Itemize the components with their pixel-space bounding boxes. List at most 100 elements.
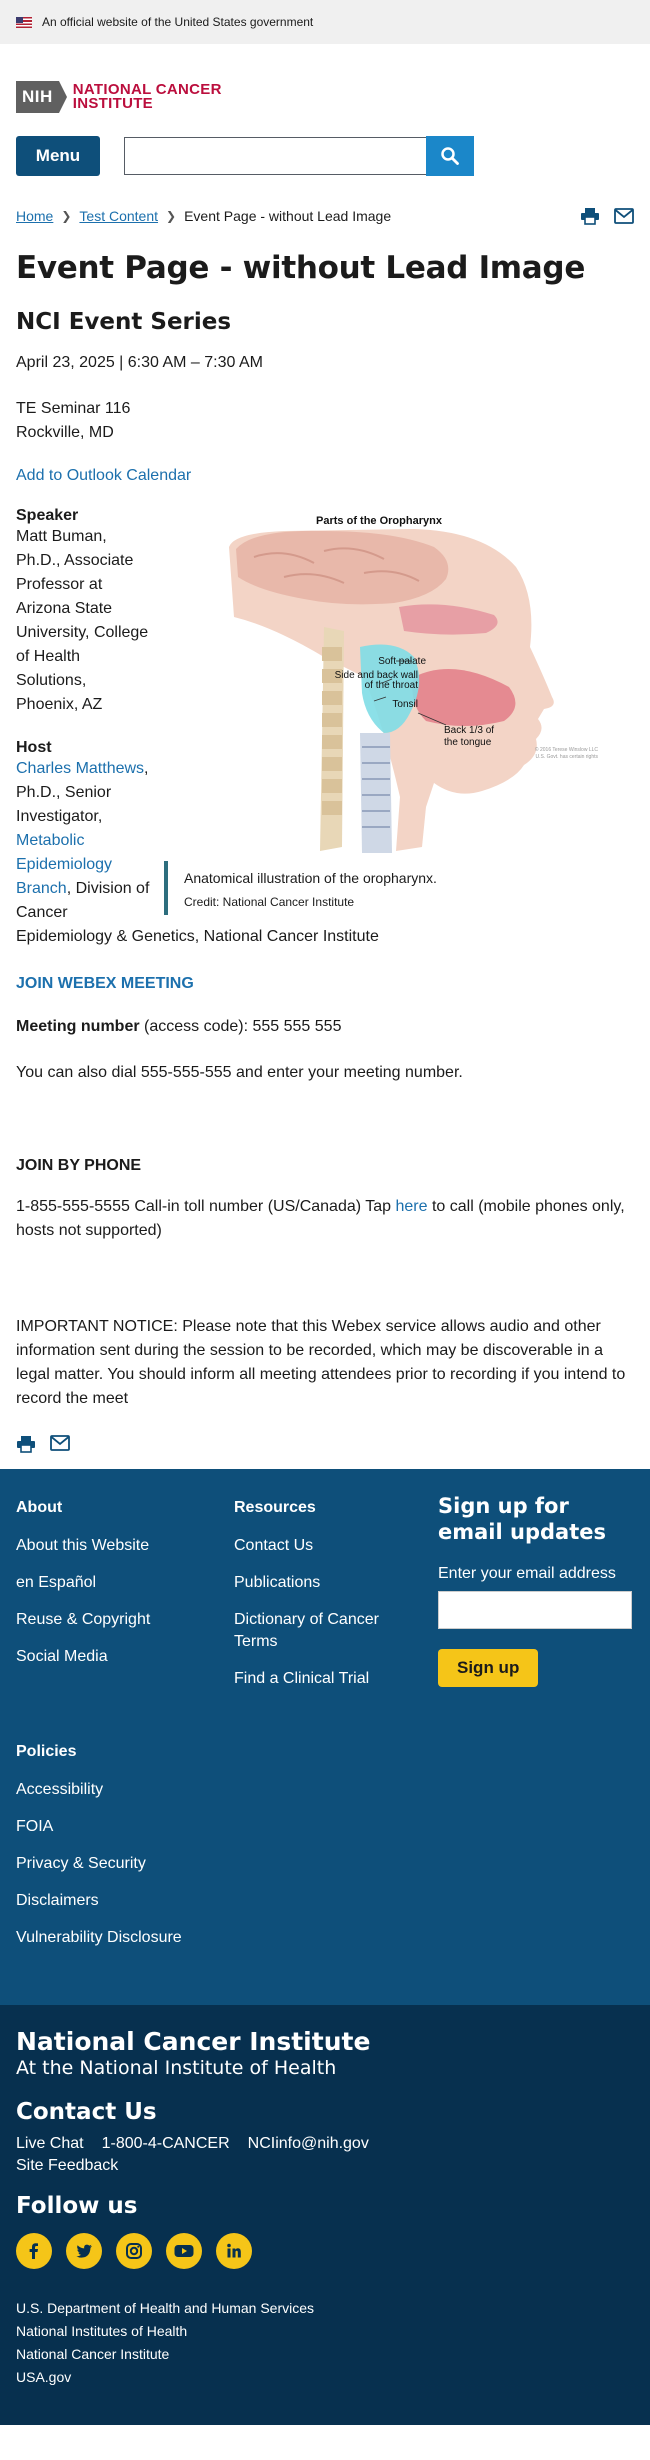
footer-policies: Policies Accessibility FOIA Privacy & Se… bbox=[16, 1743, 206, 1964]
breadcrumb: Home ❯ Test Content ❯ Event Page - witho… bbox=[16, 208, 391, 224]
footer-link-dictionary[interactable]: Dictionary of Cancer Terms bbox=[234, 1609, 414, 1653]
search-input[interactable] bbox=[124, 137, 426, 175]
gov-banner: An official website of the United States… bbox=[0, 0, 650, 44]
meeting-rest: (access code): 555 555 555 bbox=[139, 1018, 342, 1036]
event-series: NCI Event Series bbox=[16, 309, 232, 336]
label-tongue: the tongue bbox=[444, 737, 492, 748]
figure-caption: Anatomical illustration of the oropharyn… bbox=[164, 861, 634, 916]
oropharynx-illustration: Parts of the Oropharynx Soft palate Side… bbox=[164, 507, 634, 856]
footer-policies-heading: Policies bbox=[16, 1743, 77, 1761]
nih-logo-box: NIH bbox=[16, 81, 67, 113]
share-tools-bottom bbox=[16, 1435, 634, 1453]
breadcrumb-bar: Home ❯ Test Content ❯ Event Page - witho… bbox=[16, 206, 634, 226]
join-webex-link[interactable]: JOIN WEBEX MEETING bbox=[16, 975, 634, 993]
footer-link-contact[interactable]: Contact Us bbox=[234, 1535, 414, 1557]
event-venue: TE Seminar 116 Rockville, MD bbox=[16, 397, 634, 445]
search-button[interactable] bbox=[426, 136, 474, 176]
caption-text: Anatomical illustration of the oropharyn… bbox=[184, 870, 437, 887]
figure-copyright: © 2016 Terese Winslow LLC bbox=[535, 746, 598, 753]
breadcrumb-home[interactable]: Home bbox=[16, 208, 53, 224]
site-header: NIH NATIONAL CANCER INSTITUTE Menu bbox=[0, 44, 650, 176]
label-throat: of the throat bbox=[365, 680, 419, 691]
footer-link-accessibility[interactable]: Accessibility bbox=[16, 1779, 206, 1801]
email-icon[interactable] bbox=[50, 1435, 70, 1452]
label-back-tongue: Back 1/3 of bbox=[444, 725, 494, 736]
footer-link-clinical-trial[interactable]: Find a Clinical Trial bbox=[234, 1668, 414, 1690]
linkedin-icon[interactable] bbox=[216, 2233, 252, 2270]
menu-button[interactable]: Menu bbox=[16, 136, 100, 176]
contact-line: Live Chat 1-800-4-CANCER NCIinfo@nih.gov bbox=[16, 2135, 634, 2153]
figure-title: Parts of the Oropharynx bbox=[316, 515, 443, 527]
chevron-right-icon: ❯ bbox=[61, 209, 72, 223]
footer-resources: Resources Contact Us Publications Dictio… bbox=[234, 1499, 414, 1705]
footer-link-espanol[interactable]: en Español bbox=[16, 1572, 206, 1594]
caption-credit: Credit: National Cancer Institute bbox=[184, 895, 355, 910]
share-tools-top bbox=[580, 207, 634, 225]
footer-link-foia[interactable]: FOIA bbox=[16, 1816, 206, 1838]
figure-copyright2: U.S. Govt. has certain rights bbox=[535, 754, 598, 760]
people-section: Parts of the Oropharynx Soft palate Side… bbox=[16, 507, 634, 949]
follow-heading: Follow us bbox=[16, 2193, 138, 2220]
signup-label: Enter your email address bbox=[438, 1565, 616, 1583]
signup-title: Sign up for email updates bbox=[438, 1494, 606, 1545]
footer-about: About About this Website en Español Reus… bbox=[16, 1499, 206, 1683]
site-footer: About About this Website en Español Reus… bbox=[0, 1469, 650, 2006]
chevron-right-icon: ❯ bbox=[166, 209, 177, 223]
footer-link-reuse[interactable]: Reuse & Copyright bbox=[16, 1609, 206, 1631]
site-feedback-link[interactable]: Site Feedback bbox=[16, 2157, 634, 2175]
label-tonsil: Tonsil bbox=[392, 699, 418, 710]
org-name: National Cancer Institute bbox=[16, 2027, 371, 2057]
agency-links: U.S. Department of Health and Human Serv… bbox=[16, 2297, 634, 2389]
us-flag-icon bbox=[16, 16, 32, 28]
meeting-number: Meeting number (access code): 555 555 55… bbox=[16, 1015, 634, 1039]
breadcrumb-test-content[interactable]: Test Content bbox=[79, 208, 158, 224]
instagram-icon[interactable] bbox=[116, 2233, 152, 2270]
event-date: April 23, 2025 | 6:30 AM – 7:30 AM bbox=[16, 354, 263, 372]
search-row: Menu bbox=[16, 136, 634, 176]
twitter-icon[interactable] bbox=[66, 2233, 102, 2270]
gov-banner-text: An official website of the United States… bbox=[42, 15, 314, 29]
contact-heading: Contact Us bbox=[16, 2099, 157, 2126]
logo-text: NATIONAL CANCER INSTITUTE bbox=[69, 82, 222, 112]
meeting-label: Meeting number bbox=[16, 1018, 140, 1036]
footer-link-publications[interactable]: Publications bbox=[234, 1572, 414, 1594]
footer-link-privacy[interactable]: Privacy & Security bbox=[16, 1853, 206, 1875]
print-icon[interactable] bbox=[16, 1435, 36, 1453]
main-content: Event Page - without Lead Image NCI Even… bbox=[0, 250, 650, 1453]
email-input[interactable] bbox=[438, 1591, 632, 1630]
venue-line2: Rockville, MD bbox=[16, 424, 114, 442]
agency-link-usagov[interactable]: USA.gov bbox=[16, 2366, 634, 2389]
label-soft-palate: Soft palate bbox=[378, 656, 426, 667]
join-by-phone-heading: JOIN BY PHONE bbox=[16, 1157, 142, 1175]
facebook-icon[interactable] bbox=[16, 2233, 52, 2270]
agency-link-nih[interactable]: National Institutes of Health bbox=[16, 2320, 634, 2343]
nci-logo[interactable]: NIH NATIONAL CANCER INSTITUTE bbox=[16, 80, 634, 114]
search-icon bbox=[441, 147, 459, 165]
org-subtitle: At the National Institute of Health bbox=[16, 2057, 337, 2080]
footer-link-disclaimers[interactable]: Disclaimers bbox=[16, 1890, 206, 1912]
phone-link[interactable]: 1-800-4-CANCER bbox=[102, 2135, 230, 2153]
phone-here-link[interactable]: here bbox=[395, 1198, 427, 1215]
page-title: Event Page - without Lead Image bbox=[16, 250, 586, 286]
oropharynx-figure: Parts of the Oropharynx Soft palate Side… bbox=[164, 507, 634, 916]
footer-signup: Sign up for email updates Enter your ema… bbox=[438, 1493, 634, 1688]
email-icon[interactable] bbox=[614, 208, 634, 224]
logo-line2: INSTITUTE bbox=[72, 95, 153, 112]
dial-text: You can also dial 555-555-555 and enter … bbox=[16, 1064, 463, 1082]
email-link[interactable]: NCIinfo@nih.gov bbox=[248, 2135, 369, 2153]
footer-link-social-media[interactable]: Social Media bbox=[16, 1646, 206, 1668]
print-icon[interactable] bbox=[580, 207, 600, 225]
important-notice: IMPORTANT NOTICE: Please note that this … bbox=[16, 1318, 626, 1408]
footer-bottom: National Cancer Institute At the Nationa… bbox=[0, 2005, 650, 2426]
footer-link-about-website[interactable]: About this Website bbox=[16, 1535, 206, 1557]
youtube-icon[interactable] bbox=[166, 2233, 202, 2270]
agency-link-nci[interactable]: National Cancer Institute bbox=[16, 2343, 634, 2366]
social-links bbox=[16, 2233, 634, 2270]
footer-link-vulnerability[interactable]: Vulnerability Disclosure bbox=[16, 1927, 206, 1949]
agency-link-hhs[interactable]: U.S. Department of Health and Human Serv… bbox=[16, 2297, 634, 2320]
host-name-link[interactable]: Charles Matthews bbox=[16, 760, 144, 777]
add-to-calendar-link[interactable]: Add to Outlook Calendar bbox=[16, 467, 634, 485]
signup-button[interactable]: Sign up bbox=[438, 1649, 539, 1688]
live-chat-link[interactable]: Live Chat bbox=[16, 2135, 84, 2153]
breadcrumb-current: Event Page - without Lead Image bbox=[184, 208, 392, 224]
